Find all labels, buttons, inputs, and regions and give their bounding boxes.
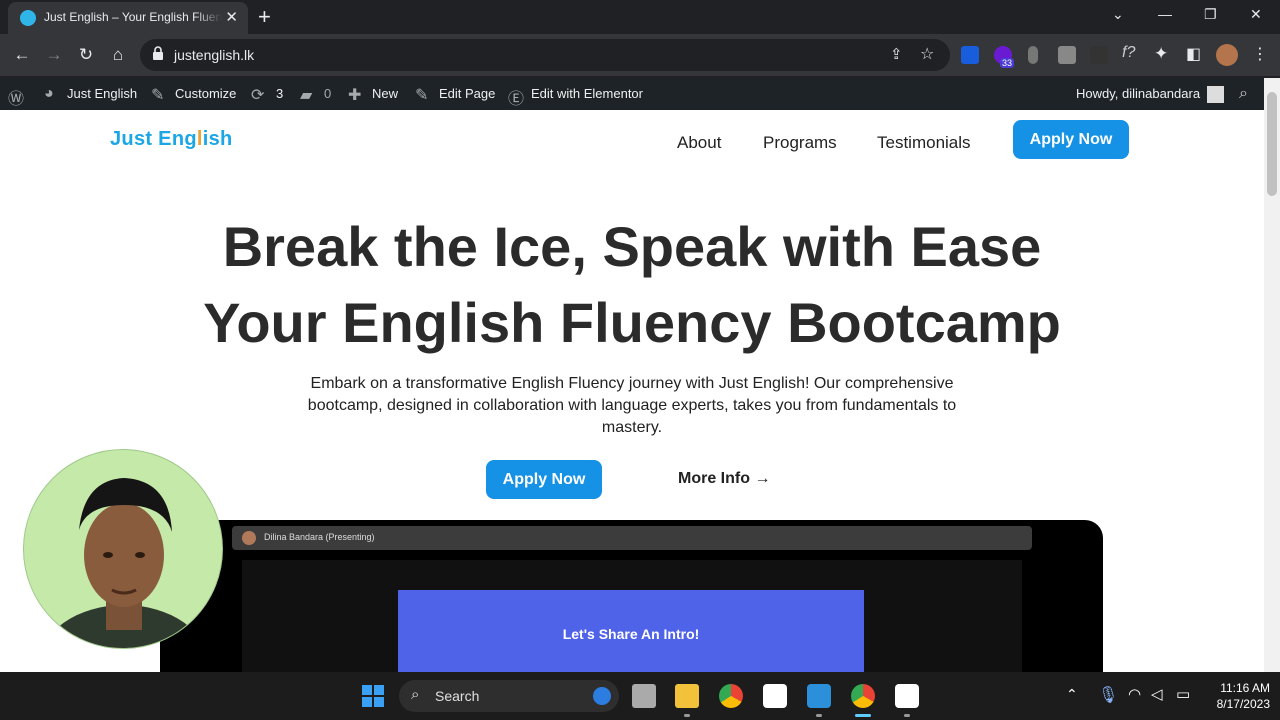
bing-icon[interactable] — [593, 687, 611, 705]
hero-headline-line2: Your English Fluency Bootcamp — [203, 291, 1061, 354]
browser-toolbar: ← → ↻ ⌂ justenglish.lk ⇪ ☆ 33 f? ✦ ◧ ⋮ — [0, 34, 1280, 76]
address-bar[interactable]: justenglish.lk ⇪ ☆ — [140, 39, 950, 71]
pencil-icon: ✎ — [415, 87, 429, 104]
close-tab-icon[interactable]: ✕ — [225, 8, 238, 26]
microphone-icon[interactable]: 🎙 — [1098, 685, 1118, 705]
wp-customize[interactable]: Customize — [175, 86, 236, 101]
plus-icon: ✚ — [348, 87, 362, 104]
vscode-icon[interactable] — [807, 684, 831, 708]
bitwarden-extension-icon[interactable] — [961, 46, 979, 64]
shared-screen: Let's Share An Intro! — [242, 560, 1022, 672]
search-icon: ⌕ — [411, 686, 420, 703]
app-indicator — [816, 714, 822, 717]
task-view-icon[interactable] — [632, 684, 656, 708]
restore-button[interactable]: ❐ — [1204, 6, 1217, 23]
tab-search-icon[interactable]: ⌄ — [1112, 6, 1124, 23]
embedded-video[interactable]: Dilina Bandara (Presenting) Let's Share … — [160, 520, 1103, 672]
chrome-menu-icon[interactable]: ⋮ — [1252, 44, 1268, 64]
webcam-overlay — [23, 449, 223, 649]
nav-programs[interactable]: Programs — [763, 133, 837, 153]
wp-user-avatar[interactable] — [1207, 86, 1224, 103]
elementor-icon: Ⓔ — [508, 91, 525, 108]
wp-edit-page[interactable]: Edit Page — [439, 86, 495, 101]
extension-badge: 33 — [1000, 58, 1015, 68]
file-explorer-icon[interactable] — [675, 684, 699, 708]
wifi-icon[interactable]: ◠ — [1128, 685, 1141, 703]
presenter-name: Dilina Bandara (Presenting) — [264, 532, 375, 542]
site-logo[interactable]: Just English — [110, 128, 233, 151]
chrome-active-icon[interactable] — [851, 684, 875, 708]
clock-time: 11:16 AM — [1220, 681, 1270, 695]
wordpress-logo-icon[interactable]: Ⓦ — [8, 85, 24, 109]
presentation-slide: Let's Share An Intro! — [398, 590, 864, 672]
reload-icon[interactable]: ↻ — [76, 45, 96, 65]
hero-subtitle: Embark on a transformative English Fluen… — [307, 375, 957, 436]
back-icon[interactable]: ← — [12, 45, 32, 65]
updates-count[interactable]: 3 — [276, 86, 283, 101]
browser-tab-strip: Just English – Your English Fluency Boot… — [0, 0, 1280, 34]
person-avatar-icon — [42, 478, 206, 648]
wp-howdy[interactable]: Howdy, dilinabandara — [1076, 86, 1200, 101]
chevron-up-icon[interactable]: ⌃ — [1066, 686, 1078, 703]
meeting-bar: Dilina Bandara (Presenting) — [232, 526, 1032, 550]
extension-icon[interactable] — [1028, 46, 1038, 64]
customize-brush-icon: ✎ — [151, 87, 165, 104]
wp-admin-bar: Ⓦ ◕ Just English ✎ Customize ⟳ 3 ▰ 0 ✚ N… — [0, 78, 1264, 110]
header-apply-now-button[interactable]: Apply Now — [1013, 120, 1129, 159]
profile-avatar[interactable] — [1216, 44, 1238, 66]
chrome-icon[interactable] — [719, 684, 743, 708]
page-scrollbar[interactable] — [1264, 78, 1280, 672]
presenter-avatar — [242, 531, 256, 545]
volume-icon[interactable]: ◁ — [1151, 685, 1163, 703]
new-tab-button[interactable]: + — [258, 4, 271, 30]
more-info-link[interactable]: More Info → — [678, 470, 770, 488]
dashboard-icon: ◕ — [44, 85, 54, 102]
taskbar-search-label: Search — [435, 688, 480, 704]
close-window-button[interactable]: ✕ — [1250, 6, 1262, 23]
extension-icon[interactable] — [1090, 46, 1108, 64]
windows-taskbar: ⌕ Search ⌃ 🎙 ◠ ◁ ▭ 11:16 AM 8/17/2023 — [0, 672, 1280, 720]
bookmark-star-icon[interactable]: ☆ — [920, 44, 934, 64]
hero-apply-now-button[interactable]: Apply Now — [486, 460, 602, 499]
active-app-indicator — [855, 714, 871, 717]
browser-tab[interactable]: Just English – Your English Fluency Boot… — [8, 2, 248, 34]
search-icon[interactable]: ⌕ — [1239, 85, 1248, 103]
wp-new[interactable]: New — [372, 86, 398, 101]
app-indicator — [904, 714, 910, 717]
share-icon[interactable]: ⇪ — [890, 45, 903, 63]
notion-icon[interactable] — [763, 684, 787, 708]
updates-icon: ⟳ — [251, 87, 265, 104]
extensions-puzzle-icon[interactable]: ✦ — [1154, 44, 1168, 64]
tab-title: Just English – Your English Fluency Boot… — [44, 10, 222, 24]
url-text: justenglish.lk — [174, 47, 255, 63]
scrollbar-thumb[interactable] — [1267, 92, 1277, 196]
wp-edit-elementor[interactable]: Edit with Elementor — [531, 86, 643, 101]
lock-icon — [153, 46, 163, 60]
nav-testimonials[interactable]: Testimonials — [877, 133, 971, 153]
home-icon[interactable]: ⌂ — [108, 45, 128, 65]
app-indicator — [684, 714, 690, 717]
battery-icon[interactable]: ▭ — [1176, 685, 1190, 703]
wp-site-name[interactable]: Just English — [67, 86, 137, 101]
site-favicon-icon — [20, 10, 36, 26]
windows-start-icon[interactable] — [361, 684, 385, 708]
minimize-button[interactable]: — — [1158, 6, 1172, 22]
clock-date: 8/17/2023 — [1216, 697, 1270, 711]
comments-count[interactable]: 0 — [324, 86, 331, 101]
forward-icon[interactable]: → — [44, 45, 64, 65]
extension-icon[interactable]: f? — [1122, 44, 1135, 62]
side-panel-icon[interactable]: ◧ — [1186, 44, 1201, 64]
extension-icon[interactable] — [1058, 46, 1076, 64]
hero-headline-line1: Break the Ice, Speak with Ease — [222, 215, 1042, 278]
notion-icon[interactable] — [895, 684, 919, 708]
system-clock[interactable]: 11:16 AM 8/17/2023 — [1200, 680, 1270, 712]
comments-icon: ▰ — [300, 87, 313, 104]
slide-title: Let's Share An Intro! — [562, 626, 700, 642]
nav-about[interactable]: About — [677, 133, 721, 153]
taskbar-search-box[interactable]: ⌕ Search — [399, 680, 619, 712]
